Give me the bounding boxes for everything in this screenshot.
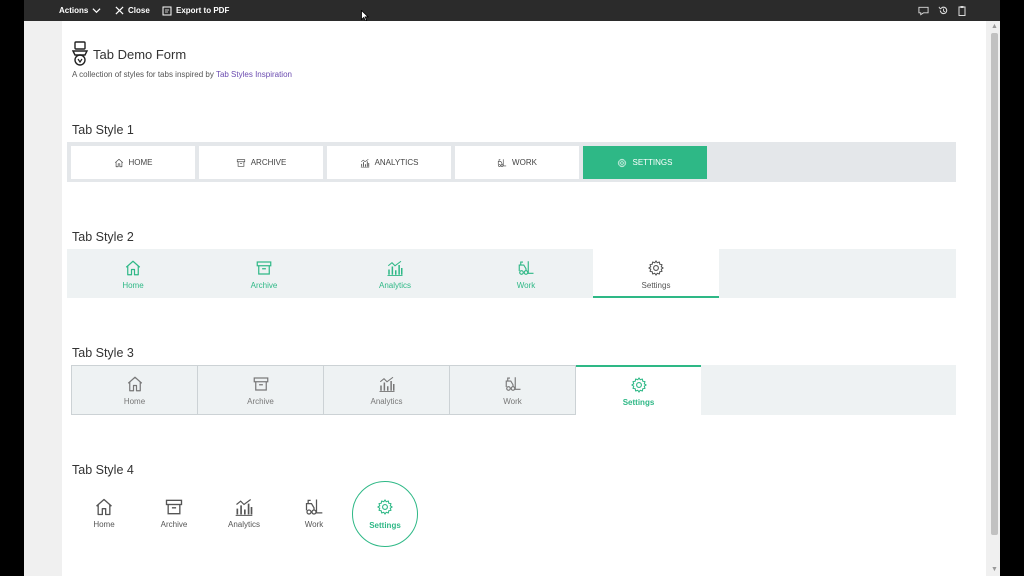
pdf-icon [162, 6, 172, 15]
form-viewport: Tab Demo Form A collection of styles for… [24, 21, 1000, 576]
home-icon [94, 497, 114, 517]
tab4-analytics-label: Analytics [227, 520, 260, 529]
tab2-home-label: Home [122, 281, 144, 290]
analytics-icon [360, 158, 370, 168]
tab2-analytics-label: Analytics [378, 281, 411, 290]
tab-strip-style-1: HOME ARCHIVE ANALYTICS WORK SETTINGS [67, 142, 956, 182]
forklift-icon [497, 158, 507, 168]
export-pdf-button[interactable]: Export to PDF [162, 0, 229, 21]
gear-icon [376, 498, 394, 516]
scroll-up-arrow-icon[interactable]: ▲ [991, 23, 998, 30]
analytics-icon [378, 375, 396, 393]
scrollbar-thumb[interactable] [991, 33, 998, 535]
clipboard-icon[interactable] [958, 5, 966, 16]
tab4-analytics[interactable]: Analytics [212, 497, 276, 541]
tab3-archive-label: Archive [247, 397, 274, 406]
tab2-home[interactable]: Home [70, 249, 196, 298]
section-title-style-1: Tab Style 1 [72, 123, 134, 137]
tab2-settings-label: Settings [641, 281, 671, 290]
tab3-archive[interactable]: Archive [197, 365, 324, 415]
forklift-icon [304, 497, 324, 517]
home-icon [114, 158, 124, 168]
tab1-analytics[interactable]: ANALYTICS [327, 146, 451, 179]
tab1-archive-label: ARCHIVE [250, 158, 287, 167]
tab2-analytics[interactable]: Analytics [332, 249, 458, 298]
forklift-icon [517, 259, 535, 277]
chevron-down-icon [92, 8, 101, 14]
archive-icon [252, 375, 270, 393]
app-toolbar: Actions Close Export to PDF [24, 0, 1000, 21]
vertical-scrollbar[interactable]: ▲ ▼ [989, 21, 1000, 576]
analytics-icon [386, 259, 404, 277]
tab2-archive[interactable]: Archive [201, 249, 327, 298]
tab-strip-style-2: Home Archive Analytics Work Settings [67, 249, 956, 298]
tab4-work-label: Work [304, 520, 324, 529]
comment-icon[interactable] [918, 6, 929, 16]
close-icon [115, 6, 124, 15]
tab3-work-label: Work [503, 397, 522, 406]
form-page: Tab Demo Form A collection of styles for… [62, 21, 986, 576]
tab1-home[interactable]: HOME [71, 146, 195, 179]
tab1-work[interactable]: WORK [455, 146, 579, 179]
home-icon [124, 259, 142, 277]
tab4-settings-label: Settings [369, 521, 401, 530]
tab3-settings-label: Settings [622, 398, 655, 407]
tab-strip-style-3: Home Archive Analytics Work Settings [71, 365, 956, 415]
tab3-settings[interactable]: Settings [576, 365, 701, 415]
tab4-work[interactable]: Work [282, 497, 346, 541]
section-title-style-3: Tab Style 3 [72, 346, 134, 360]
tab4-archive-label: Archive [160, 520, 188, 529]
forklift-icon [504, 375, 522, 393]
tab2-work[interactable]: Work [463, 249, 589, 298]
tab2-work-label: Work [516, 281, 536, 290]
tab3-home[interactable]: Home [71, 365, 198, 415]
home-icon [126, 375, 144, 393]
tab4-home-label: Home [93, 520, 115, 529]
tab1-home-label: HOME [128, 158, 153, 167]
gear-icon [617, 158, 627, 168]
close-label: Close [128, 6, 150, 15]
form-subtitle-text: A collection of styles for tabs inspired… [72, 70, 216, 79]
tab-styles-link[interactable]: Tab Styles Inspiration [216, 70, 292, 79]
tab1-analytics-label: ANALYTICS [374, 158, 419, 167]
tab3-work[interactable]: Work [449, 365, 576, 415]
section-title-style-2: Tab Style 2 [72, 230, 134, 244]
tab4-archive[interactable]: Archive [142, 497, 206, 541]
tab1-settings[interactable]: SETTINGS [583, 146, 707, 179]
archive-icon [164, 497, 184, 517]
tab3-analytics[interactable]: Analytics [323, 365, 450, 415]
tab3-home-label: Home [123, 397, 146, 406]
form-title: Tab Demo Form [93, 47, 187, 62]
export-pdf-label: Export to PDF [176, 6, 230, 15]
form-subtitle: A collection of styles for tabs inspired… [72, 70, 292, 79]
tab2-archive-label: Archive [250, 281, 278, 290]
scroll-down-arrow-icon[interactable]: ▼ [991, 566, 998, 573]
tab2-settings[interactable]: Settings [593, 249, 719, 298]
gear-icon [647, 259, 665, 277]
form-logo-icon [72, 41, 89, 66]
actions-menu[interactable]: Actions [59, 0, 101, 21]
archive-icon [255, 259, 273, 277]
history-icon[interactable] [938, 5, 949, 16]
tab1-archive[interactable]: ARCHIVE [199, 146, 323, 179]
analytics-icon [234, 497, 254, 517]
section-title-style-4: Tab Style 4 [72, 463, 134, 477]
close-button[interactable]: Close [115, 0, 150, 21]
gear-icon [630, 376, 648, 394]
tab4-home[interactable]: Home [72, 497, 136, 541]
tab4-settings[interactable]: Settings [352, 481, 418, 547]
archive-icon [236, 158, 246, 168]
tab1-work-label: WORK [512, 158, 537, 167]
actions-label: Actions [59, 6, 89, 15]
tab1-settings-label: SETTINGS [632, 158, 673, 167]
tab3-analytics-label: Analytics [370, 397, 403, 406]
